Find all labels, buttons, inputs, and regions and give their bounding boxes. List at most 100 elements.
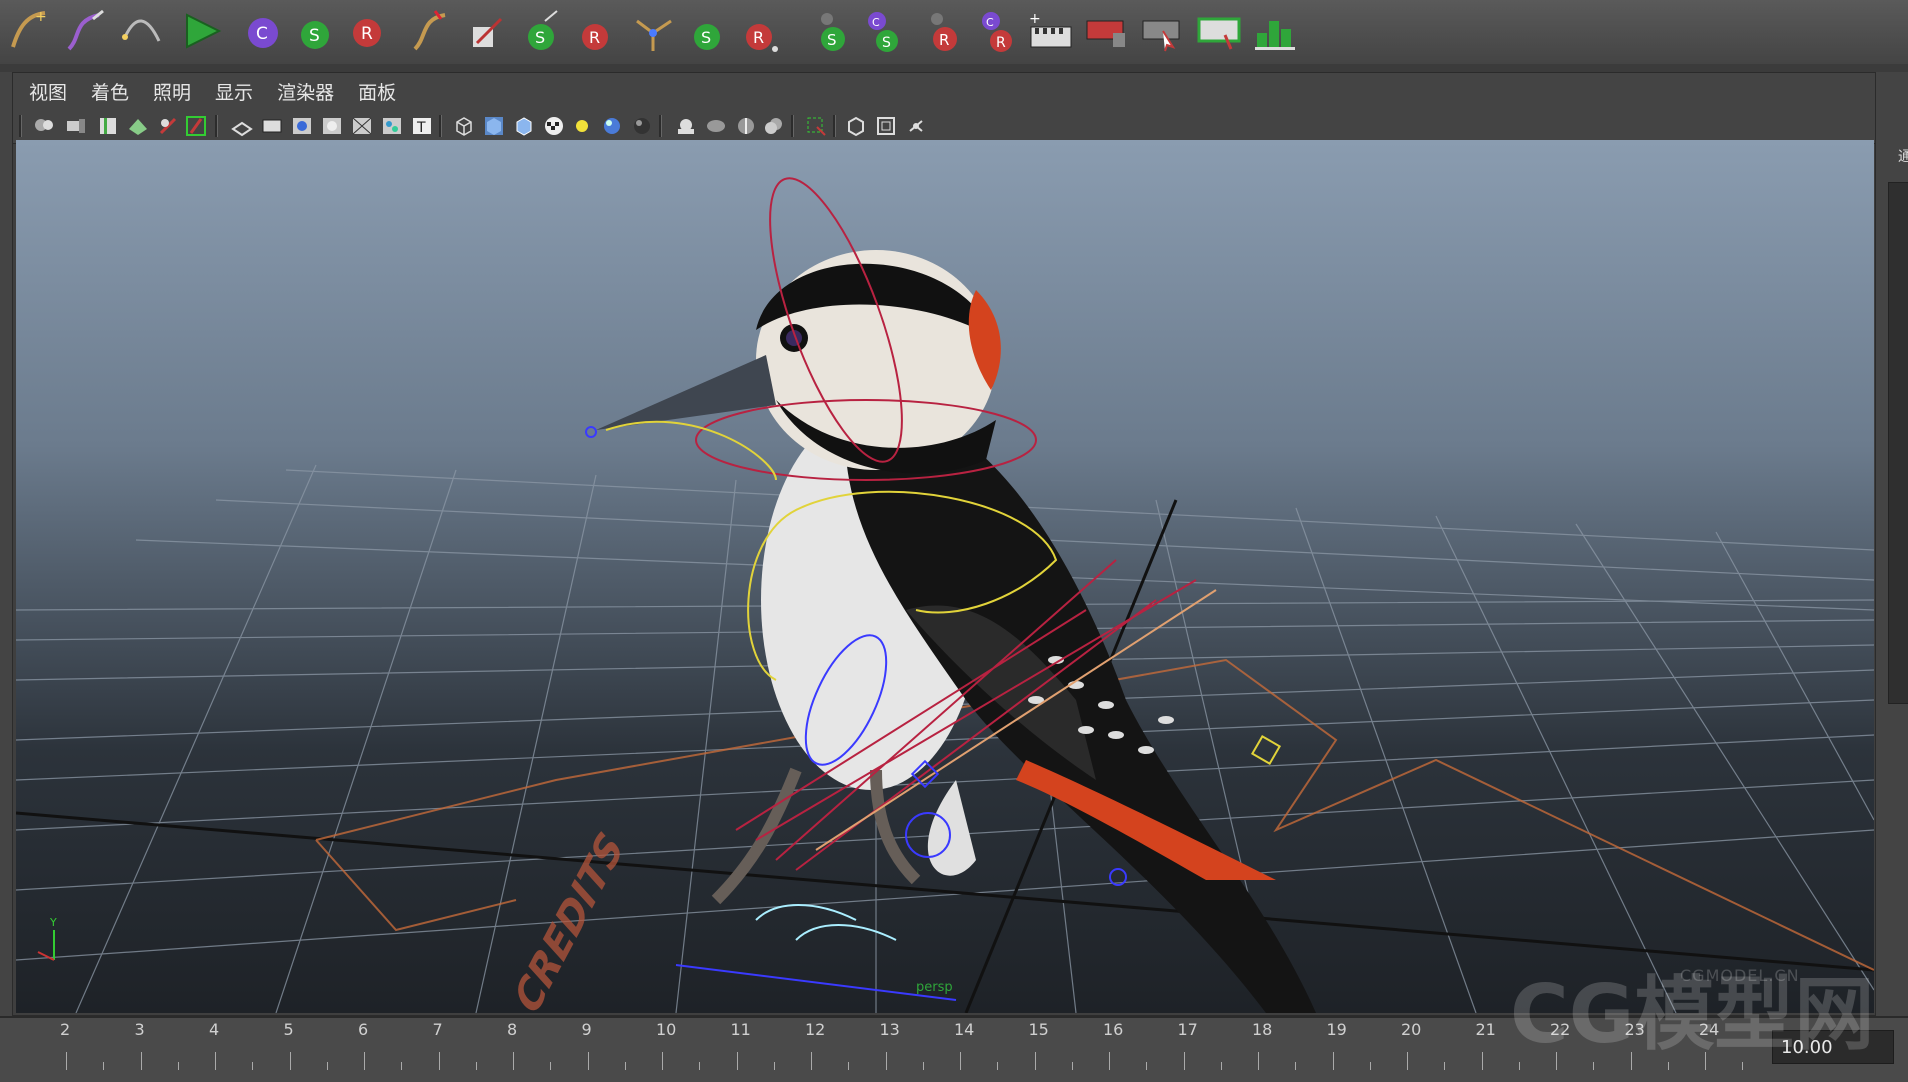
right-dock-label[interactable]: 通 [1898, 146, 1908, 166]
frame-tick [364, 1052, 365, 1070]
frame-tick [587, 1052, 589, 1070]
anti-alias-icon[interactable] [733, 113, 759, 139]
frame-tick [1332, 1052, 1334, 1070]
svg-text:S: S [309, 26, 320, 46]
select-camera-icon[interactable] [31, 113, 57, 139]
filmstrip-delete-icon[interactable] [1082, 4, 1132, 58]
select-s-icon[interactable]: S [290, 4, 340, 58]
frame-tick [736, 1052, 738, 1070]
frame-tick [140, 1052, 142, 1070]
smooth-shade-icon[interactable] [481, 113, 507, 139]
reset-r-icon[interactable]: R [572, 4, 622, 58]
frame-tick-label: 6 [358, 1020, 369, 1039]
occlusion-icon[interactable] [673, 113, 699, 139]
frame-tick-label: 16 [1103, 1020, 1124, 1039]
rotate-r-icon[interactable]: R [346, 4, 396, 58]
curve-tool-icon[interactable]: + [4, 4, 54, 58]
frame-tick [960, 1052, 961, 1070]
shelf-divider [0, 64, 1908, 72]
frame-minor-tick [1295, 1062, 1297, 1070]
set-s-icon[interactable]: S [516, 4, 566, 58]
svg-text:T: T [416, 120, 426, 136]
arc-curve-icon[interactable] [116, 4, 166, 58]
motion-blur-icon[interactable] [703, 113, 729, 139]
menu-shading[interactable]: 着色 [91, 78, 129, 105]
play-green-icon[interactable] [176, 4, 226, 58]
joint-tool-icon[interactable] [628, 4, 678, 58]
menu-show[interactable]: 显示 [215, 78, 253, 105]
cs-button-icon[interactable]: CS [858, 4, 908, 58]
xray-active-icon[interactable] [873, 113, 899, 139]
depth-of-field-icon[interactable] [761, 113, 787, 139]
frame-minor-tick [1071, 1062, 1073, 1070]
s-button-icon[interactable]: S [806, 4, 856, 58]
frame-tick [662, 1052, 663, 1070]
frame-tick-label: 2 [60, 1020, 71, 1039]
menu-panels[interactable]: 面板 [358, 78, 396, 105]
bookmarks-icon[interactable] [95, 113, 121, 139]
perspective-viewport[interactable]: Y CREDITS persp [16, 140, 1874, 1013]
wireframe-on-shaded-icon[interactable] [511, 113, 537, 139]
filmstrip-add-icon[interactable]: + [1026, 4, 1076, 58]
frame-minor-tick [1444, 1062, 1446, 1070]
wireframe-icon[interactable] [451, 113, 477, 139]
frame-tick-label: 17 [1177, 1020, 1198, 1039]
svg-text:+: + [1029, 11, 1041, 27]
frame-tick-label: 15 [1028, 1020, 1049, 1039]
toolbar-separator [791, 115, 794, 137]
menu-view[interactable]: 视图 [29, 78, 67, 105]
2d-pan-zoom-icon[interactable] [155, 113, 181, 139]
r-button-icon[interactable]: R [916, 4, 966, 58]
film-gate-icon[interactable] [259, 113, 285, 139]
filmstrip-select-icon[interactable] [1138, 4, 1188, 58]
frame-tick [438, 1052, 440, 1070]
safe-title-icon[interactable]: T [409, 113, 435, 139]
snap-s-icon[interactable]: S [682, 4, 732, 58]
xray-joints-icon[interactable] [903, 113, 929, 139]
frame-tick-label: 14 [954, 1020, 975, 1039]
svg-text:+: + [35, 9, 47, 25]
paint-on-icon[interactable] [460, 4, 510, 58]
frame-minor-tick [1146, 1062, 1148, 1070]
gate-mask-icon[interactable] [319, 113, 345, 139]
constraint-c-icon[interactable]: C [236, 4, 286, 58]
paint-curve-icon[interactable] [60, 4, 110, 58]
graph-icon[interactable] [1250, 4, 1300, 58]
frame-tick [1481, 1052, 1483, 1070]
isolate-select-icon[interactable] [803, 113, 829, 139]
rotate-r2-icon[interactable]: R [738, 4, 788, 58]
menu-lighting[interactable]: 照明 [153, 78, 191, 105]
field-chart-icon[interactable] [349, 113, 375, 139]
svg-text:C: C [872, 16, 880, 29]
svg-text:R: R [589, 28, 600, 47]
curve-brush-icon[interactable] [404, 4, 454, 58]
shadows-icon[interactable] [629, 113, 655, 139]
time-ruler[interactable]: 2 3 4 5 6 7 8 9 10 11 12 13 14 15 16 17 18 19 20 21 22 23 24 [0, 1018, 1760, 1082]
frame-tick [215, 1052, 216, 1070]
grid-toggle-icon[interactable] [229, 113, 255, 139]
cr-button-icon[interactable]: CR [972, 4, 1022, 58]
woodpecker-model[interactable] [596, 250, 1316, 1013]
frame-tick-label: 9 [581, 1020, 592, 1039]
filmstrip-edit-icon[interactable] [1194, 4, 1244, 58]
frame-minor-tick [326, 1062, 328, 1070]
toolbar-separator [215, 115, 218, 137]
image-plane-icon[interactable] [125, 113, 151, 139]
texture-icon[interactable] [541, 113, 567, 139]
safe-action-icon[interactable] [379, 113, 405, 139]
lights-default-icon[interactable] [569, 113, 595, 139]
frame-tick-label: 12 [805, 1020, 826, 1039]
frame-tick-label: 10 [656, 1020, 677, 1039]
menu-renderer[interactable]: 渲染器 [277, 78, 334, 105]
lights-all-icon[interactable] [599, 113, 625, 139]
svg-text:C: C [256, 24, 268, 44]
camera-attributes-icon[interactable] [63, 113, 89, 139]
grease-pencil-icon[interactable] [183, 113, 209, 139]
resolution-gate-icon[interactable] [289, 113, 315, 139]
frame-minor-tick [624, 1062, 626, 1070]
right-dock-scrollbar[interactable] [1888, 182, 1908, 704]
frame-minor-tick [997, 1062, 999, 1070]
xray-icon[interactable] [843, 113, 869, 139]
frame-minor-tick [1220, 1062, 1222, 1070]
frame-minor-tick [252, 1062, 254, 1070]
